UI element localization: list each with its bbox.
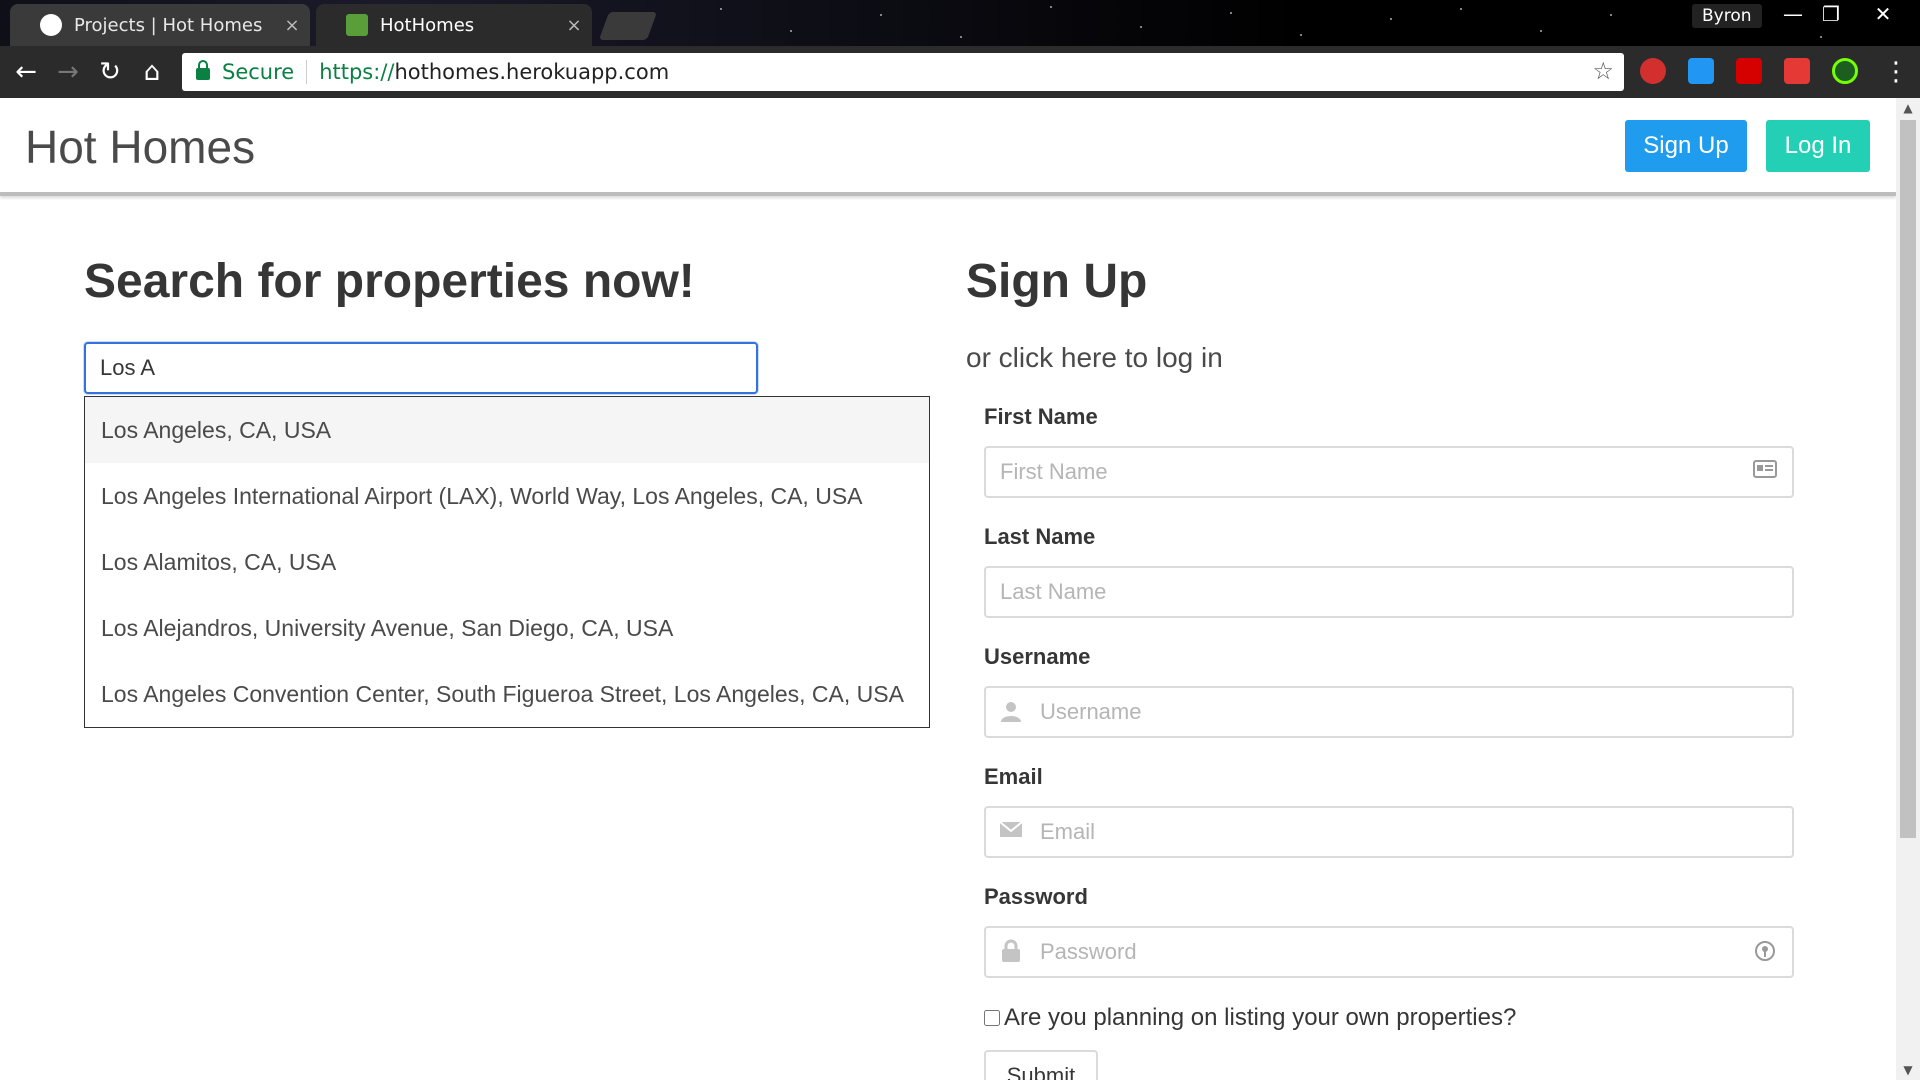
- last-name-label: Last Name: [984, 524, 1096, 549]
- suggestion-item[interactable]: Los Angeles, CA, USA: [85, 397, 929, 463]
- page-scrollbar[interactable]: ▲ ▼: [1896, 98, 1920, 1080]
- menu-icon[interactable]: ⋮: [1880, 56, 1912, 88]
- address-bar[interactable]: Secure https:// hothomes.herokuapp.com ☆: [182, 53, 1624, 91]
- tab-title: HotHomes: [380, 14, 475, 36]
- window-icon[interactable]: [1688, 58, 1714, 84]
- reload-icon[interactable]: ↻: [94, 56, 126, 88]
- submit-button[interactable]: Submit: [984, 1050, 1098, 1080]
- password-label: Password: [984, 884, 1088, 909]
- new-tab-button[interactable]: [598, 12, 658, 40]
- target-icon[interactable]: [1832, 58, 1858, 84]
- secure-label: Secure: [222, 60, 295, 84]
- password-field[interactable]: [984, 926, 1794, 978]
- listing-checkbox-row: Are you planning on listing your own pro…: [984, 1004, 1516, 1032]
- browser-titlebar: Projects | Hot Homes × HotHomes × Byron …: [0, 0, 1920, 46]
- web-page: Hot Homes Sign Up Log In Search for prop…: [0, 98, 1896, 1080]
- suggestion-item[interactable]: Los Angeles Convention Center, South Fig…: [85, 661, 929, 727]
- id-card-icon: [1752, 459, 1778, 485]
- search-input[interactable]: [84, 342, 758, 394]
- plus-icon[interactable]: [1784, 58, 1810, 84]
- github-icon: [40, 14, 62, 36]
- scroll-thumb[interactable]: [1900, 120, 1916, 838]
- search-title: Search for properties now!: [84, 255, 695, 308]
- browser-toolbar: ← → ↻ ⌂ Secure https:// hothomes.herokua…: [0, 46, 1920, 98]
- last-name-field[interactable]: [984, 566, 1794, 618]
- forward-icon[interactable]: →: [52, 56, 84, 88]
- suggestion-item[interactable]: Los Angeles International Airport (LAX),…: [85, 463, 929, 529]
- suggestion-item[interactable]: Los Alamitos, CA, USA: [85, 529, 929, 595]
- lock-icon: [196, 60, 210, 80]
- envelope-icon: [998, 819, 1024, 845]
- email-label: Email: [984, 764, 1043, 789]
- lock-icon: [998, 939, 1024, 965]
- url-host: hothomes.herokuapp.com: [394, 60, 670, 84]
- password-manager-icon[interactable]: [1752, 939, 1778, 965]
- listing-checkbox[interactable]: [984, 1010, 1000, 1026]
- username-label: Username: [984, 644, 1091, 669]
- back-icon[interactable]: ←: [10, 56, 42, 88]
- site-navbar: Hot Homes Sign Up Log In: [0, 98, 1896, 196]
- close-icon[interactable]: ×: [274, 15, 310, 36]
- lastpass-icon[interactable]: [1736, 58, 1762, 84]
- home-icon[interactable]: ⌂: [136, 56, 168, 88]
- scroll-up-arrow[interactable]: ▲: [1896, 98, 1920, 118]
- opera-icon[interactable]: [1640, 58, 1666, 84]
- tab-projects[interactable]: Projects | Hot Homes ×: [10, 4, 310, 46]
- restore-button[interactable]: ❐: [1808, 0, 1854, 28]
- signup-button[interactable]: Sign Up: [1625, 120, 1747, 172]
- autocomplete-dropdown: Los Angeles, CA, USA Los Angeles Interna…: [84, 396, 930, 728]
- divider: [306, 60, 308, 84]
- hothomes-favicon-icon: [346, 14, 368, 36]
- close-icon[interactable]: ×: [556, 15, 592, 36]
- brand-logo[interactable]: Hot Homes: [25, 120, 255, 174]
- close-window-button[interactable]: ✕: [1860, 0, 1906, 28]
- listing-checkbox-label: Are you planning on listing your own pro…: [1004, 1004, 1517, 1031]
- user-icon: [998, 699, 1024, 725]
- profile-name[interactable]: Byron: [1692, 4, 1762, 28]
- first-name-label: First Name: [984, 404, 1098, 429]
- username-field[interactable]: [984, 686, 1794, 738]
- scroll-down-arrow[interactable]: ▼: [1896, 1060, 1920, 1080]
- tab-title: Projects | Hot Homes: [74, 14, 263, 36]
- signup-title: Sign Up: [966, 255, 1148, 308]
- first-name-field[interactable]: [984, 446, 1794, 498]
- email-field[interactable]: [984, 806, 1794, 858]
- url-scheme: https://: [319, 60, 395, 84]
- login-button[interactable]: Log In: [1766, 120, 1870, 172]
- suggestion-item[interactable]: Los Alejandros, University Avenue, San D…: [85, 595, 929, 661]
- bookmark-star-icon[interactable]: ☆: [1592, 57, 1614, 85]
- tab-hothomes[interactable]: HotHomes ×: [316, 4, 592, 46]
- login-link[interactable]: or click here to log in: [966, 342, 1223, 374]
